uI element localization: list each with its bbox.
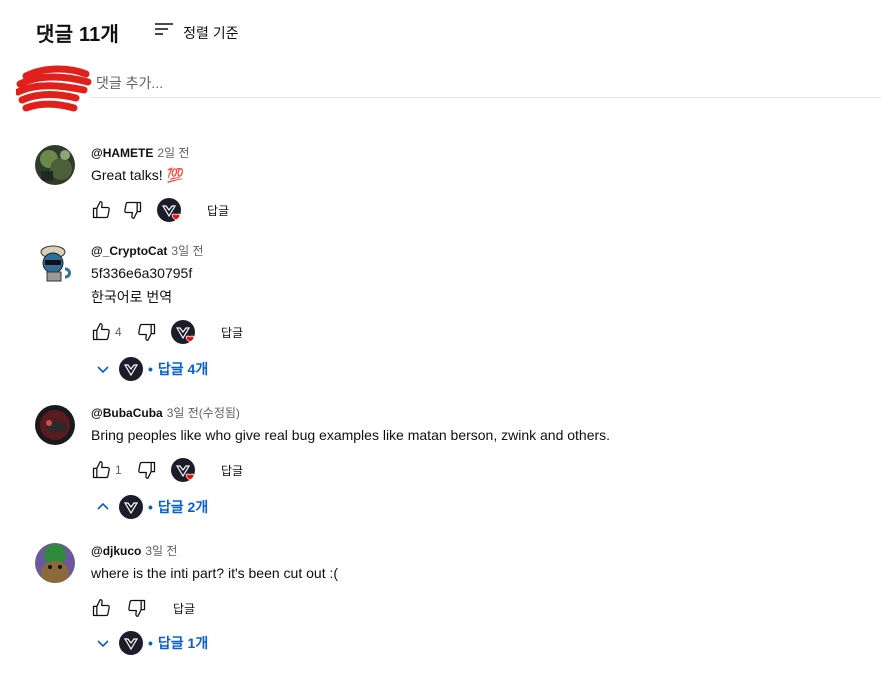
reply-button[interactable]: 답글	[173, 600, 195, 617]
reply-button[interactable]: 답글	[221, 462, 243, 479]
creator-heart-icon	[171, 458, 195, 482]
comment-text: Bring peoples like who give real bug exa…	[91, 427, 611, 443]
add-comment-row: 댓글 추가...	[14, 62, 881, 112]
comment-time[interactable]: 3일 전	[171, 244, 203, 258]
like-icon[interactable]	[91, 598, 111, 618]
dislike-icon[interactable]	[127, 598, 147, 618]
reply-button[interactable]: 답글	[207, 202, 229, 219]
chevron-down-icon	[95, 635, 111, 651]
comment-time[interactable]: 2일 전	[157, 146, 189, 160]
comment-author[interactable]: @djkuco	[91, 544, 141, 558]
separator-dot: •	[148, 635, 153, 651]
creator-avatar-icon	[119, 495, 143, 519]
comment-author[interactable]: @HAMETE	[91, 146, 153, 160]
translate-link[interactable]: 한국어로 번역	[91, 286, 851, 308]
comment-time[interactable]: 3일 전(수정됨)	[167, 406, 240, 420]
comment-text: where is the inti part? it's been cut ou…	[91, 565, 339, 581]
sort-button[interactable]: 정렬 기준	[153, 19, 239, 46]
hide-replies-button[interactable]: • 답글 2개	[95, 492, 851, 522]
dislike-icon[interactable]	[137, 460, 157, 480]
replies-count[interactable]: 답글 1개	[158, 633, 208, 653]
dislike-icon[interactable]	[137, 322, 157, 342]
sort-icon	[153, 19, 175, 46]
avatar[interactable]	[35, 543, 75, 583]
like-count: 4	[115, 325, 122, 339]
creator-avatar-icon	[119, 631, 143, 655]
creator-heart-icon	[171, 320, 195, 344]
avatar[interactable]	[35, 145, 75, 185]
comment-author[interactable]: @BubaCuba	[91, 406, 163, 420]
like-icon[interactable]	[91, 460, 111, 480]
comment-text: Great talks! 💯	[91, 167, 184, 183]
creator-heart-icon	[157, 198, 181, 222]
replies-count[interactable]: 답글 4개	[158, 359, 208, 379]
comment-time[interactable]: 3일 전	[145, 544, 177, 558]
view-replies-button[interactable]: • 답글 4개	[95, 354, 851, 384]
chevron-down-icon	[95, 361, 111, 377]
separator-dot: •	[148, 361, 153, 377]
separator-dot: •	[148, 499, 153, 515]
creator-avatar-icon	[119, 357, 143, 381]
avatar[interactable]	[35, 405, 75, 445]
comments-header: 댓글 11개 정렬 기준	[36, 18, 239, 47]
view-replies-button[interactable]: • 답글 1개	[95, 628, 851, 658]
chevron-up-icon	[95, 499, 111, 515]
sort-label: 정렬 기준	[183, 24, 239, 41]
replies-count[interactable]: 답글 2개	[158, 497, 208, 517]
redacted-self-avatar	[14, 62, 92, 120]
like-icon[interactable]	[91, 200, 111, 220]
comments-count-title: 댓글 11개	[36, 24, 120, 46]
reply-button[interactable]: 답글	[221, 324, 243, 341]
comment-author[interactable]: @_CryptoCat	[91, 244, 167, 258]
dislike-icon[interactable]	[123, 200, 143, 220]
comment-text: 5f336e6a30795f	[91, 265, 193, 281]
add-comment-input[interactable]: 댓글 추가...	[90, 70, 881, 98]
avatar[interactable]	[35, 243, 75, 283]
like-count: 1	[115, 463, 122, 477]
like-icon[interactable]	[91, 322, 111, 342]
